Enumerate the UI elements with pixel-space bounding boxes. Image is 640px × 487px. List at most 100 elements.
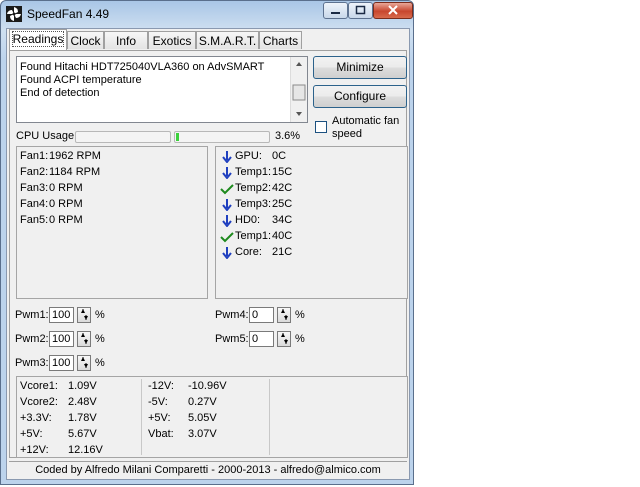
down-arrow-icon [220, 151, 234, 166]
voltage-name: Vcore1: [20, 380, 58, 392]
cpu-usage-history-bar [75, 131, 171, 143]
temp-value: 15C [272, 166, 293, 178]
voltage-value: 2.48V [68, 396, 97, 408]
pwm-unit: % [95, 357, 105, 369]
pwm-unit: % [95, 333, 105, 345]
log-line: Found Hitachi HDT725040VLA360 on AdvSMAR… [20, 61, 265, 73]
tab-info[interactable]: Info [104, 31, 148, 49]
pwm-label: Pwm4: [215, 309, 249, 321]
tab-label: Info [115, 34, 136, 48]
pwm-label: Pwm5: [215, 333, 249, 345]
fan-name: Fan2: [20, 166, 49, 178]
fan-value: 0 RPM [49, 214, 83, 226]
pwm-value-input[interactable]: 0 [249, 307, 274, 323]
log-line: Found ACPI temperature [20, 74, 142, 86]
pwm-spin-button[interactable] [277, 307, 291, 323]
pwm-spin-button[interactable] [77, 355, 91, 371]
down-arrow-icon [220, 215, 234, 230]
fan-value: 1962 RPM [49, 150, 101, 162]
scrollbar-graphics [292, 62, 306, 116]
pwm-label: Pwm2: [15, 333, 49, 345]
temp-value: 42C [272, 182, 293, 194]
minimize-icon [331, 12, 340, 14]
fan-speeds-box: Fan1: 1962 RPM Fan2: 1184 RPM Fan3: 0 RPM Fan4… [16, 146, 208, 299]
voltage-value: 1.09V [68, 380, 97, 392]
log-line: End of detection [20, 87, 100, 99]
fan-value: 0 RPM [49, 182, 83, 194]
voltage-name: +5V: [20, 428, 43, 440]
pwm-spin-button[interactable] [77, 331, 91, 347]
close-window-button[interactable] [373, 2, 413, 19]
fan-value: 0 RPM [49, 198, 83, 210]
automatic-fan-speed-checkbox[interactable] [315, 121, 327, 133]
title-bar[interactable]: SpeedFan 4.49 [1, 1, 415, 27]
close-icon [388, 5, 398, 15]
tab-charts[interactable]: Charts [259, 31, 302, 49]
voltage-name: -5V: [148, 396, 168, 408]
temp-name: Temp1: [235, 230, 272, 242]
configure-button[interactable]: Configure [313, 85, 407, 108]
check-icon [220, 183, 234, 198]
voltage-value: 0.27V [188, 396, 217, 408]
temp-name: GPU: [235, 150, 262, 162]
temp-value: 34C [272, 214, 293, 226]
voltage-value: 5.67V [68, 428, 97, 440]
readings-panel: Found Hitachi HDT725040VLA360 on AdvSMAR… [9, 50, 408, 458]
fan-name: Fan5: [20, 214, 49, 226]
voltage-name: -12V: [148, 380, 174, 392]
tab-label: S.M.A.R.T. [198, 34, 257, 48]
voltage-value: -10.96V [188, 380, 227, 392]
tab-label: Clock [70, 34, 101, 48]
temp-value: 21C [272, 246, 293, 258]
temp-value: 0C [272, 150, 287, 162]
voltage-name: Vcore2: [20, 396, 58, 408]
pwm-label: Pwm3: [15, 357, 49, 369]
window-title: SpeedFan 4.49 [27, 7, 110, 21]
pwm-value-input[interactable]: 100 [49, 331, 74, 347]
automatic-fan-speed-label: speed [332, 128, 362, 140]
fan-name: Fan4: [20, 198, 49, 210]
pwm-spin-button[interactable] [277, 331, 291, 347]
pwm-value-input[interactable]: 100 [49, 355, 74, 371]
pwm-unit: % [95, 309, 105, 321]
tab-exotics[interactable]: Exotics [148, 31, 196, 49]
voltage-name: Vbat: [148, 428, 174, 440]
voltage-value: 5.05V [188, 412, 217, 424]
tab-readings[interactable]: Readings [9, 29, 67, 50]
speedfan-app-icon [6, 6, 22, 22]
temp-name: Temp1: [235, 166, 272, 178]
check-icon [220, 231, 234, 246]
maximize-window-button[interactable] [348, 2, 373, 19]
temp-name: Core: [235, 246, 262, 258]
cpu-usage-value: 3.6% [275, 130, 301, 142]
temp-name: HD0: [235, 214, 261, 226]
voltage-name: +12V: [20, 444, 49, 456]
down-arrow-icon [220, 199, 234, 214]
fan-name: Fan1: [20, 150, 49, 162]
cpu-usage-label: CPU Usage [16, 130, 75, 142]
tab-label: Charts [262, 34, 299, 48]
tab-clock[interactable]: Clock [67, 31, 104, 49]
cpu-usage-fill [176, 133, 179, 141]
pwm-value-input[interactable]: 0 [249, 331, 274, 347]
down-arrow-icon [220, 247, 234, 262]
client-area: Readings Clock Info Exotics S.M.A.R.T. C… [6, 28, 410, 480]
cpu-usage-bar [174, 131, 270, 143]
temp-name: Temp3: [235, 198, 272, 210]
voltage-value: 1.78V [68, 412, 97, 424]
tab-label: Readings [11, 31, 65, 47]
voltage-name: +3.3V: [20, 412, 52, 424]
detection-log[interactable]: Found Hitachi HDT725040VLA360 on AdvSMAR… [16, 56, 308, 123]
voltage-value: 12.16V [68, 444, 103, 456]
minimize-button[interactable]: Minimize [313, 56, 407, 79]
minimize-window-button[interactable] [323, 2, 348, 19]
fan-value: 1184 RPM [49, 166, 101, 178]
temp-value: 25C [272, 198, 293, 210]
log-scrollbar[interactable] [290, 57, 307, 122]
pwm-value-input[interactable]: 100 [49, 307, 74, 323]
pwm-spin-button[interactable] [77, 307, 91, 323]
speedfan-window: SpeedFan 4.49 Readings Clock Info Exotic… [0, 0, 414, 485]
tab-smart[interactable]: S.M.A.R.T. [196, 31, 259, 49]
automatic-fan-speed-label: Automatic fan [332, 115, 400, 127]
maximize-icon [355, 5, 366, 15]
